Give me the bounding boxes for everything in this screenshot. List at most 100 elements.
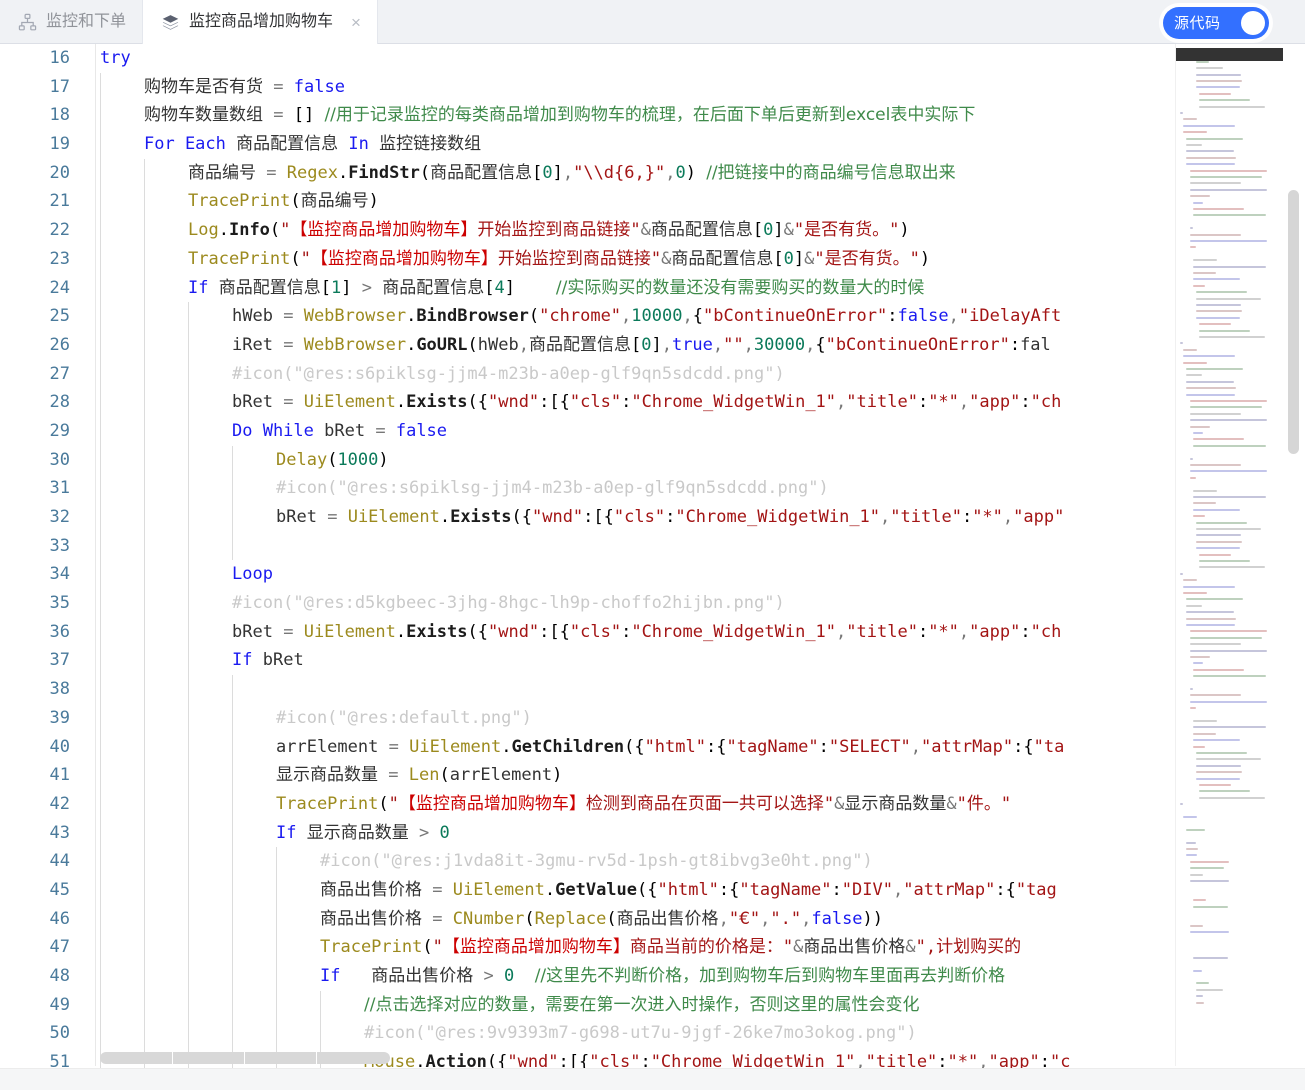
code-line[interactable]: 45 商品出售价格 = UiElement.GetValue({"html":{"… [0,875,1285,905]
tab-monitor-add-to-cart[interactable]: 监控商品增加购物车 × [142,0,378,44]
code-line[interactable]: 43 If 显示商品数量 > 0 [0,818,1285,848]
indent-guide [100,761,101,790]
code-line[interactable]: 25 hWeb = WebBrowser.BindBrowser("chrome"… [0,302,1285,331]
code-line[interactable]: 40 arrElement = UiElement.GetChildren({"h… [0,732,1285,762]
tab-bar: 监控和下单 监控商品增加购物车 × [0,0,1305,44]
source-code-toggle[interactable]: 源代码 [1163,7,1269,39]
minimap-line [1199,560,1251,562]
line-content[interactable]: 显示商品数量 = Len(arrElement) [74,761,1285,790]
line-content[interactable]: bRet = UiElement.Exists({"wnd":[{"cls":"… [74,618,1285,647]
line-content[interactable]: #icon("@res:d5kgbeec-3jhg-8hgc-lh9p-chof… [74,589,1285,618]
line-content[interactable]: iRet = WebBrowser.GoURL(hWeb,商品配置信息[0],t… [74,331,1285,360]
line-content[interactable]: Loop [74,560,1285,589]
code-line[interactable]: 19 For Each 商品配置信息 In 监控链接数组 [0,130,1285,159]
indent-guide [144,732,145,762]
indent-guide [144,875,145,905]
line-content[interactable]: 商品出售价格 = CNumber(Replace(商品出售价格,"€",".",… [74,905,1285,934]
code-line[interactable]: 47 TracePrint("【监控商品增加购物车】商品当前的价格是："&商品出售… [0,933,1285,962]
code-line[interactable]: 23 TracePrint("【监控商品增加购物车】开始监控到商品链接"&商品配置… [0,244,1285,274]
line-content[interactable]: Delay(1000) [74,446,1285,475]
line-content[interactable]: hWeb = WebBrowser.BindBrowser("chrome",1… [74,302,1285,331]
line-content[interactable]: 购物车数量数组 = [] //用于记录监控的每类商品增加到购物车的梳理，在后面下… [74,101,1285,130]
line-content[interactable]: #icon("@res:s6piklsg-jjm4-m23b-a0ep-glf9… [74,474,1285,503]
line-number: 40 [49,736,70,757]
indent-guide [232,531,233,561]
code-line[interactable]: 44 #icon("@res:j1vda8it-3gmu-rv5d-1psh-gt… [0,847,1285,876]
code-line[interactable]: 29 Do While bRet = false [0,416,1285,446]
code-line[interactable]: 32 bRet = UiElement.Exists({"wnd":[{"cls"… [0,503,1285,532]
line-content[interactable]: TracePrint("【监控商品增加购物车】检测到商品在页面一共可以选择"&显… [74,790,1285,819]
line-content[interactable]: #icon("@res:j1vda8it-3gmu-rv5d-1psh-gt8i… [74,847,1285,876]
code-line[interactable]: 31 #icon("@res:s6piklsg-jjm4-m23b-a0ep-gl… [0,474,1285,503]
code-line[interactable]: 42 TracePrint("【监控商品增加购物车】检测到商品在页面一共可以选择"… [0,789,1285,819]
code-line[interactable]: 38 [0,675,1285,704]
indent-guide [188,789,189,819]
close-icon[interactable]: × [351,14,361,31]
line-content[interactable]: //点击选择对应的数量，需要在第一次进入时操作，否则这里的属性会变化 [74,991,1285,1020]
code-line[interactable]: 41 显示商品数量 = Len(arrElement) [0,761,1285,790]
line-content[interactable]: TracePrint("【监控商品增加购物车】开始监控到商品链接"&商品配置信息… [74,245,1285,274]
code-line[interactable]: 18 购物车数量数组 = [] //用于记录监控的每类商品增加到购物车的梳理，在后… [0,101,1285,131]
code-line[interactable]: 37 If bRet [0,646,1285,676]
line-content[interactable]: 商品编号 = Regex.FindStr(商品配置信息[0],"\\d{6,}"… [74,159,1285,188]
code-line[interactable]: 34 Loop [0,560,1285,590]
vertical-scrollbar-thumb[interactable] [1288,190,1299,454]
code-line[interactable]: 35 #icon("@res:d5kgbeec-3jhg-8hgc-lh9p-ch… [0,589,1285,618]
line-content[interactable]: Log.Info("【监控商品增加购物车】开始监控到商品链接"&商品配置信息[0… [74,216,1285,245]
code-line[interactable]: 50 #icon("@res:9v9393m7-g698-ut7u-9jgf-26… [0,1019,1285,1049]
code-line[interactable]: 26 iRet = WebBrowser.GoURL(hWeb,商品配置信息[0]… [0,330,1285,360]
code-line[interactable]: 36 bRet = UiElement.Exists({"wnd":[{"cls"… [0,617,1285,647]
line-content[interactable]: TracePrint("【监控商品增加购物车】商品当前的价格是："&商品出售价格… [74,933,1285,962]
tab-monitor-and-order[interactable]: 监控和下单 [0,0,142,44]
code-line[interactable]: 48 If 商品出售价格 > 0 //这里先不判断价格，加到购物车后到购物车里面再… [0,962,1285,991]
code-line[interactable]: 27 #icon("@res:s6piklsg-jjm4-m23b-a0ep-gl… [0,359,1285,389]
indent-guide [232,818,233,848]
line-content[interactable]: bRet = UiElement.Exists({"wnd":[{"cls":"… [74,503,1285,532]
line-content[interactable]: If 商品配置信息[1] > 商品配置信息[4] //实际购买的数量还没有需要购… [74,274,1285,303]
vertical-scrollbar-track[interactable] [1287,44,1303,1070]
line-content[interactable]: #icon("@res:s6piklsg-jjm4-m23b-a0ep-glf9… [74,360,1285,389]
indent-guide [276,904,277,934]
line-content[interactable]: If 显示商品数量 > 0 [74,819,1285,848]
code-line[interactable]: 39 #icon("@res:default.png") [0,703,1285,733]
code-line[interactable]: 28 bRet = UiElement.Exists({"wnd":[{"cls"… [0,388,1285,417]
code-lines[interactable]: 16 try 17 购物车是否有货 = false 18 购物车数量数组 = [] //用… [0,44,1285,1077]
code-line[interactable]: 46 商品出售价格 = CNumber(Replace(商品出售价格,"€",".… [0,904,1285,934]
indent-guide [276,847,277,876]
minimap-line [1186,828,1206,831]
horizontal-scrollbar-thumb[interactable] [100,1052,390,1064]
minimap-line [1189,464,1241,466]
line-content[interactable]: bRet = UiElement.Exists({"wnd":[{"cls":"… [74,388,1285,417]
code-minimap[interactable] [1175,44,1283,1066]
code-line[interactable]: 30 Delay(1000) [0,445,1285,475]
line-content[interactable]: #icon("@res:9v9393m7-g698-ut7u-9jgf-26ke… [74,1019,1285,1048]
line-content[interactable]: 商品出售价格 = UiElement.GetValue({"html":{"ta… [74,876,1285,905]
line-content[interactable]: If 商品出售价格 > 0 //这里先不判断价格，加到购物车后到购物车里面再去判… [74,962,1285,991]
line-content[interactable]: Do While bRet = false [74,417,1285,446]
status-bar [0,1068,1305,1090]
code-line[interactable]: 20 商品编号 = Regex.FindStr(商品配置信息[0],"\\d{6,… [0,158,1285,188]
line-content[interactable]: For Each 商品配置信息 In 监控链接数组 [74,130,1285,159]
indent-guide [188,646,189,676]
code-line[interactable]: 24 If 商品配置信息[1] > 商品配置信息[4] //实际购买的数量还没有需… [0,273,1285,303]
line-content[interactable]: arrElement = UiElement.GetChildren({"htm… [74,733,1285,762]
indent-guide [232,933,233,962]
code-editor[interactable]: 16 try 17 购物车是否有货 = false 18 购物车数量数组 = [] //用… [0,44,1305,1090]
toggle-knob[interactable] [1241,11,1265,35]
code-line[interactable]: 33 [0,531,1285,561]
minimap-line [1189,880,1229,882]
code-line[interactable]: 21 TracePrint(商品编号) [0,187,1285,217]
minimap-viewport-slider[interactable] [1176,48,1283,61]
line-content[interactable]: #icon("@res:default.png") [74,704,1285,733]
indent-guide [100,445,101,475]
code-line[interactable]: 49//点击选择对应的数量，需要在第一次进入时操作，否则这里的属性会变化 [0,990,1285,1020]
indent-guide [188,933,189,962]
line-content[interactable]: try [74,44,1285,73]
line-content[interactable]: 购物车是否有货 = false [74,73,1285,102]
line-content[interactable]: TracePrint(商品编号) [74,187,1285,216]
code-line[interactable]: 16 try [0,44,1285,73]
indent-guide [100,646,101,676]
code-line[interactable]: 22 Log.Info("【监控商品增加购物车】开始监控到商品链接"&商品配置信息… [0,216,1285,245]
code-line[interactable]: 17 购物车是否有货 = false [0,72,1285,102]
line-content[interactable]: If bRet [74,646,1285,675]
